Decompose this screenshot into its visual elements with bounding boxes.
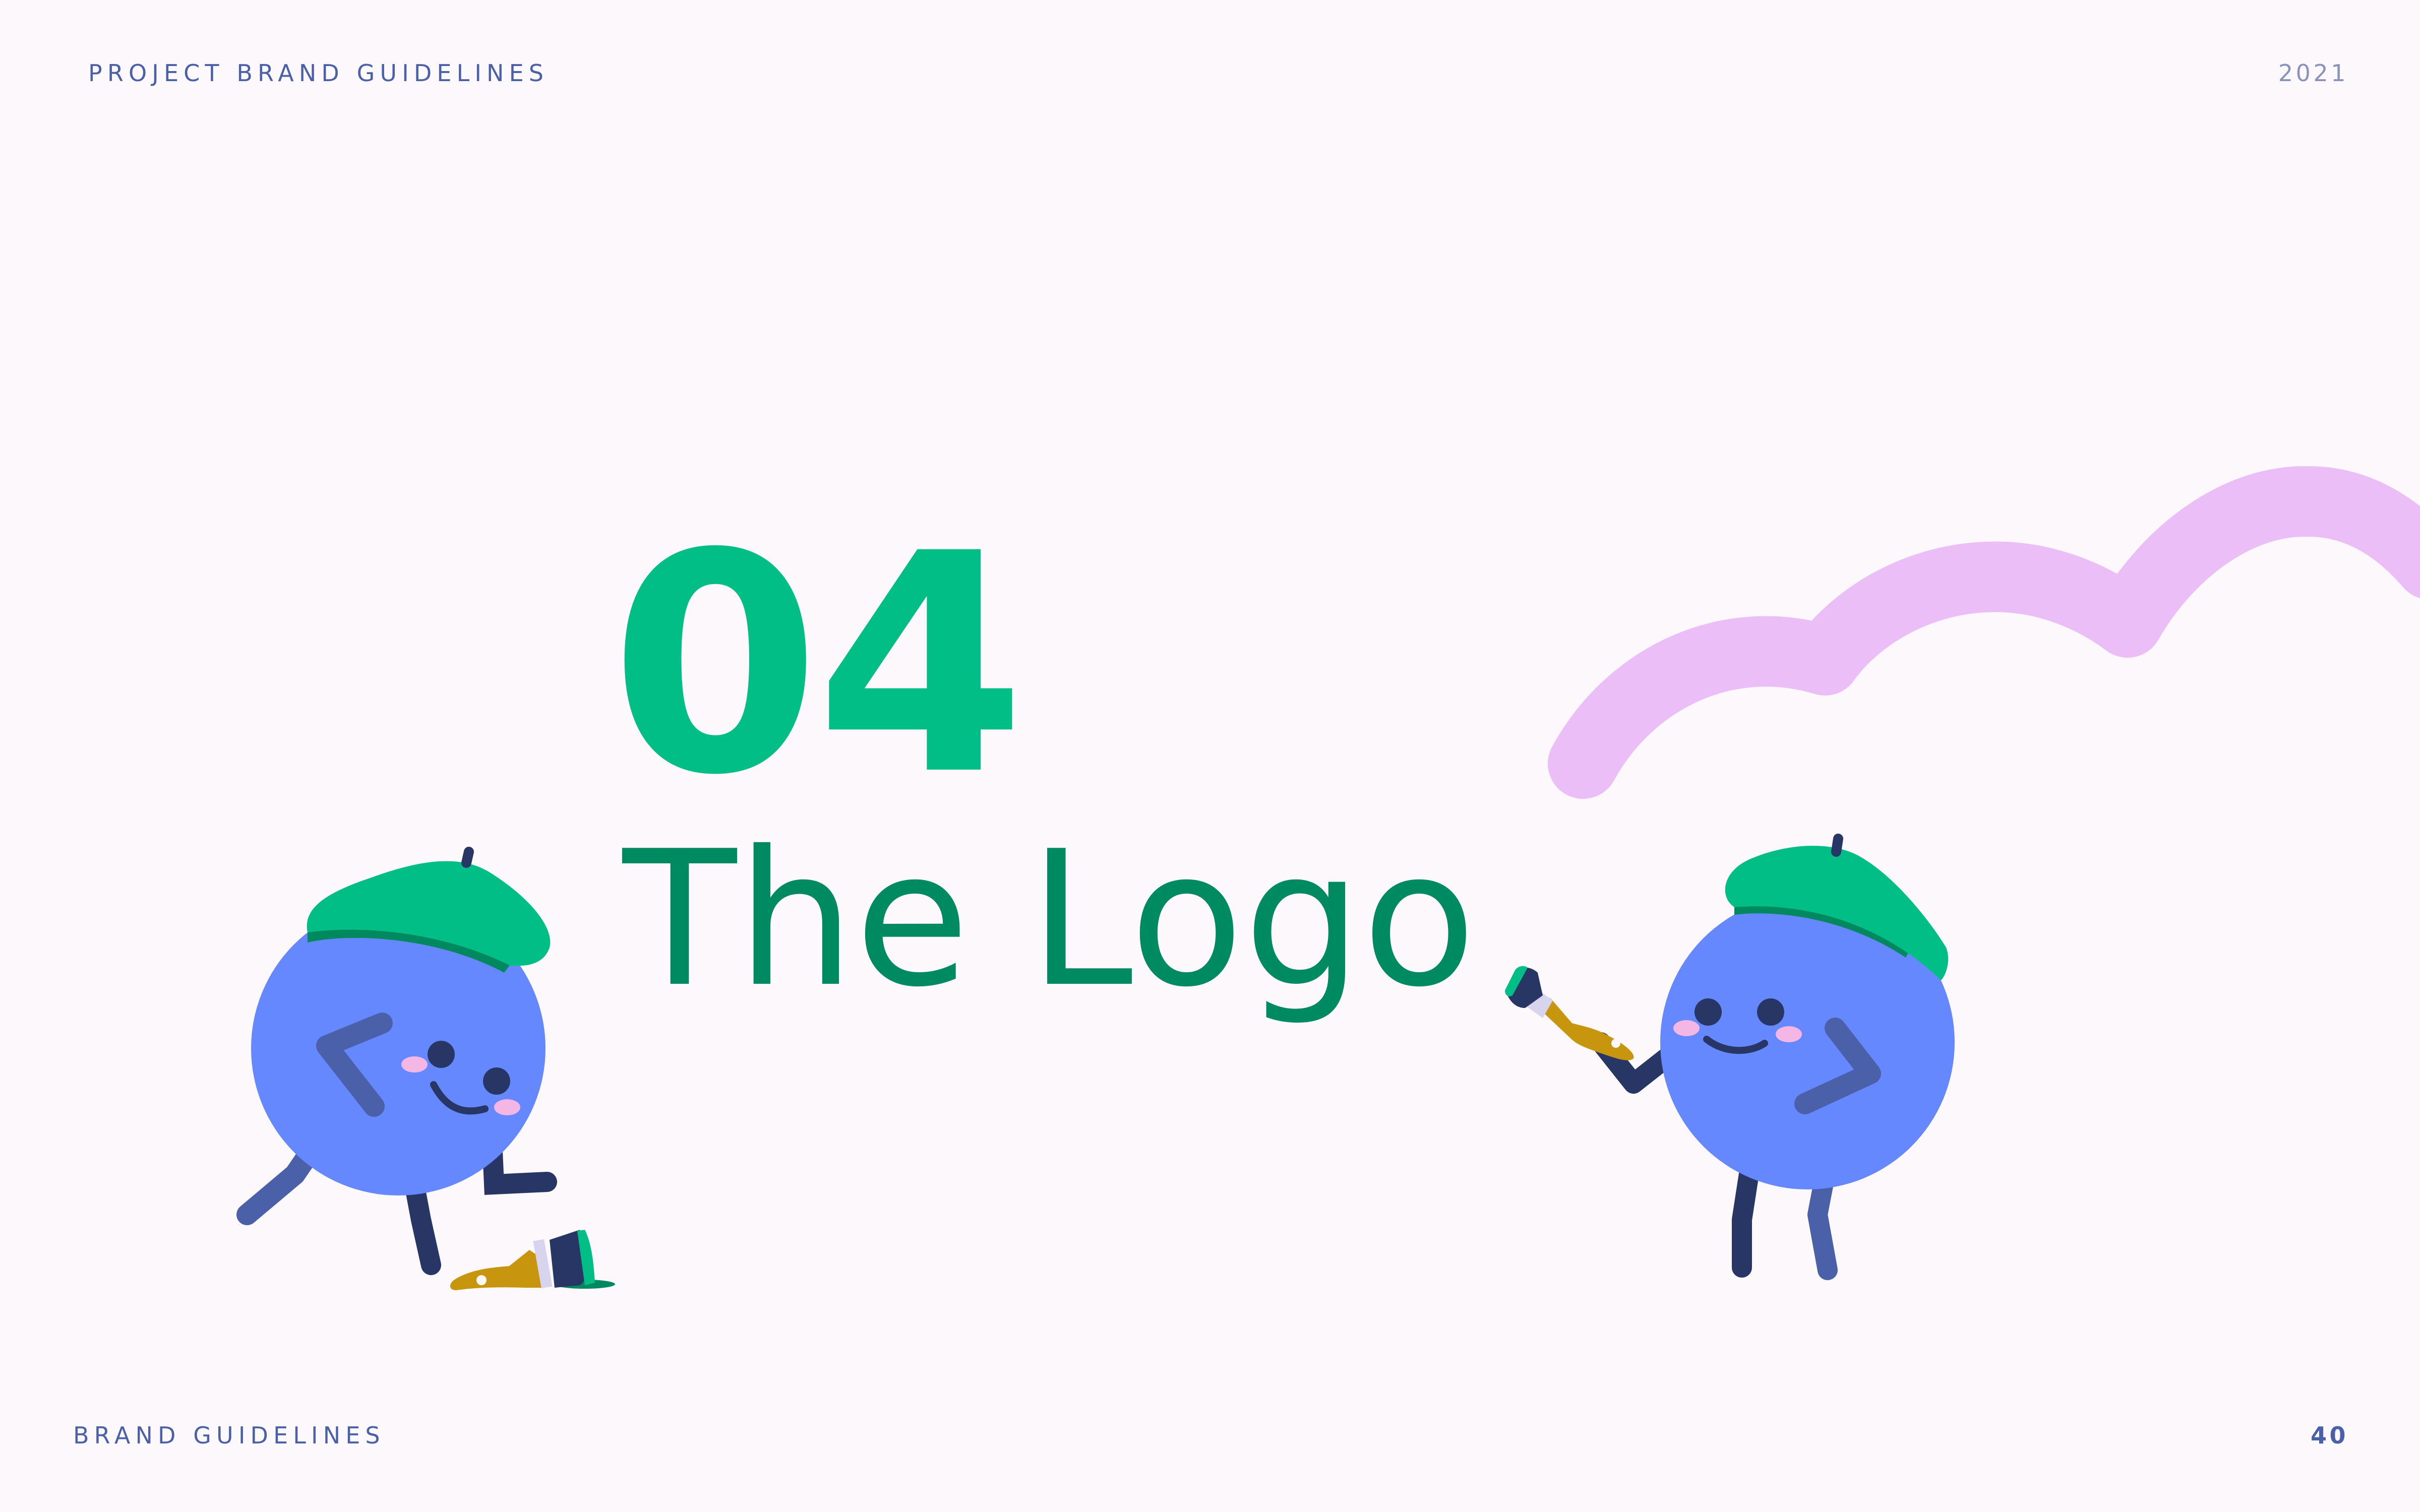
cloud-squiggle xyxy=(1548,466,2420,799)
paint-brush-dropped xyxy=(450,1230,615,1290)
paint-brush-held xyxy=(1505,966,1634,1060)
right-character-eye xyxy=(1757,998,1784,1026)
section-number: 04 xyxy=(610,489,1026,841)
right-character-cheek xyxy=(1776,1026,1802,1042)
right-character-eye xyxy=(1695,998,1722,1026)
section-title: The Logo xyxy=(623,811,1477,1028)
painter-character-right xyxy=(1591,834,1955,1280)
painter-character-left xyxy=(236,847,557,1275)
page-number: 40 xyxy=(2310,1422,2348,1449)
left-character-cheek xyxy=(494,1099,520,1115)
footer-label: BRAND GUIDELINES xyxy=(73,1422,385,1449)
right-character-cheek xyxy=(1673,1020,1700,1036)
left-character-eye xyxy=(483,1067,510,1095)
right-character-leg xyxy=(1732,1154,1761,1278)
illustration-layer xyxy=(236,466,2420,1290)
left-character-eye xyxy=(428,1041,455,1068)
left-character-cheek xyxy=(401,1056,428,1073)
